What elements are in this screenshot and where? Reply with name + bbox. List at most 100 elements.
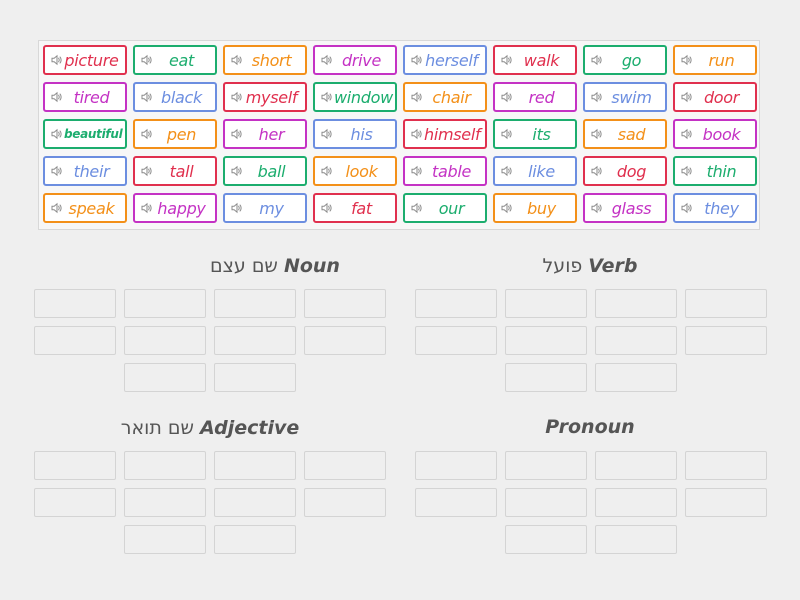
speaker-icon[interactable] (50, 53, 64, 67)
word-tile-table[interactable]: table (403, 156, 487, 186)
noun-drop-slot[interactable] (124, 363, 206, 392)
verb-drop-slot[interactable] (595, 363, 677, 392)
speaker-icon[interactable] (410, 201, 424, 215)
speaker-icon[interactable] (230, 201, 244, 215)
noun-drop-slot[interactable] (304, 326, 386, 355)
word-tile-himself[interactable]: himself (403, 119, 487, 149)
pronoun-drop-slot[interactable] (505, 488, 587, 517)
speaker-icon[interactable] (320, 201, 334, 215)
speaker-icon[interactable] (230, 53, 244, 67)
adjective-drop-slot[interactable] (304, 488, 386, 517)
pronoun-drop-slot[interactable] (595, 488, 677, 517)
speaker-icon[interactable] (680, 90, 694, 104)
word-tile-its[interactable]: its (493, 119, 577, 149)
word-tile-eat[interactable]: eat (133, 45, 217, 75)
speaker-icon[interactable] (230, 90, 244, 104)
word-tile-her[interactable]: her (223, 119, 307, 149)
pronoun-drop-slot[interactable] (685, 488, 767, 517)
word-tile-sad[interactable]: sad (583, 119, 667, 149)
word-tile-black[interactable]: black (133, 82, 217, 112)
noun-drop-slot[interactable] (214, 363, 296, 392)
speaker-icon[interactable] (320, 164, 334, 178)
pronoun-drop-slot[interactable] (505, 451, 587, 480)
verb-drop-slot[interactable] (505, 363, 587, 392)
speaker-icon[interactable] (500, 201, 514, 215)
word-tile-fat[interactable]: fat (313, 193, 397, 223)
noun-drop-slot[interactable] (34, 326, 116, 355)
speaker-icon[interactable] (140, 127, 154, 141)
word-tile-run[interactable]: run (673, 45, 757, 75)
verb-drop-slot[interactable] (685, 289, 767, 318)
word-tile-beautiful[interactable]: beautiful (43, 119, 127, 149)
word-tile-pen[interactable]: pen (133, 119, 217, 149)
verb-drop-slot[interactable] (415, 289, 497, 318)
verb-drop-slot[interactable] (595, 289, 677, 318)
speaker-icon[interactable] (140, 53, 154, 67)
word-tile-like[interactable]: like (493, 156, 577, 186)
word-tile-dog[interactable]: dog (583, 156, 667, 186)
noun-drop-slot[interactable] (304, 289, 386, 318)
verb-drop-slot[interactable] (595, 326, 677, 355)
word-tile-my[interactable]: my (223, 193, 307, 223)
speaker-icon[interactable] (230, 127, 244, 141)
speaker-icon[interactable] (590, 53, 604, 67)
word-tile-they[interactable]: they (673, 193, 757, 223)
speaker-icon[interactable] (410, 127, 424, 141)
word-tile-his[interactable]: his (313, 119, 397, 149)
pronoun-drop-slot[interactable] (415, 488, 497, 517)
adjective-drop-slot[interactable] (124, 525, 206, 554)
speaker-icon[interactable] (680, 164, 694, 178)
speaker-icon[interactable] (410, 164, 424, 178)
adjective-drop-slot[interactable] (124, 488, 206, 517)
speaker-icon[interactable] (50, 90, 64, 104)
word-tile-tall[interactable]: tall (133, 156, 217, 186)
adjective-drop-slot[interactable] (34, 488, 116, 517)
speaker-icon[interactable] (50, 127, 64, 141)
noun-drop-slot[interactable] (124, 289, 206, 318)
word-tile-book[interactable]: book (673, 119, 757, 149)
adjective-drop-slot[interactable] (214, 451, 296, 480)
noun-drop-slot[interactable] (214, 326, 296, 355)
adjective-drop-slot[interactable] (124, 451, 206, 480)
speaker-icon[interactable] (140, 201, 154, 215)
pronoun-drop-slot[interactable] (595, 451, 677, 480)
word-tile-our[interactable]: our (403, 193, 487, 223)
speaker-icon[interactable] (140, 90, 154, 104)
word-tile-picture[interactable]: picture (43, 45, 127, 75)
pronoun-drop-slot[interactable] (505, 525, 587, 554)
speaker-icon[interactable] (500, 90, 514, 104)
speaker-icon[interactable] (590, 164, 604, 178)
speaker-icon[interactable] (140, 164, 154, 178)
word-tile-buy[interactable]: buy (493, 193, 577, 223)
verb-drop-slot[interactable] (685, 326, 767, 355)
word-tile-glass[interactable]: glass (583, 193, 667, 223)
verb-drop-slot[interactable] (505, 289, 587, 318)
word-tile-chair[interactable]: chair (403, 82, 487, 112)
speaker-icon[interactable] (500, 127, 514, 141)
pronoun-drop-slot[interactable] (595, 525, 677, 554)
speaker-icon[interactable] (320, 53, 334, 67)
pronoun-drop-slot[interactable] (415, 451, 497, 480)
speaker-icon[interactable] (590, 127, 604, 141)
speaker-icon[interactable] (230, 164, 244, 178)
adjective-drop-slot[interactable] (214, 488, 296, 517)
word-tile-walk[interactable]: walk (493, 45, 577, 75)
adjective-drop-slot[interactable] (304, 451, 386, 480)
word-tile-drive[interactable]: drive (313, 45, 397, 75)
adjective-drop-slot[interactable] (34, 451, 116, 480)
noun-drop-slot[interactable] (214, 289, 296, 318)
word-tile-happy[interactable]: happy (133, 193, 217, 223)
speaker-icon[interactable] (590, 201, 604, 215)
noun-drop-slot[interactable] (34, 289, 116, 318)
word-tile-door[interactable]: door (673, 82, 757, 112)
word-tile-ball[interactable]: ball (223, 156, 307, 186)
speaker-icon[interactable] (680, 127, 694, 141)
speaker-icon[interactable] (50, 201, 64, 215)
word-tile-red[interactable]: red (493, 82, 577, 112)
word-tile-tired[interactable]: tired (43, 82, 127, 112)
speaker-icon[interactable] (50, 164, 64, 178)
pronoun-drop-slot[interactable] (685, 451, 767, 480)
speaker-icon[interactable] (500, 53, 514, 67)
speaker-icon[interactable] (680, 53, 694, 67)
adjective-drop-slot[interactable] (214, 525, 296, 554)
